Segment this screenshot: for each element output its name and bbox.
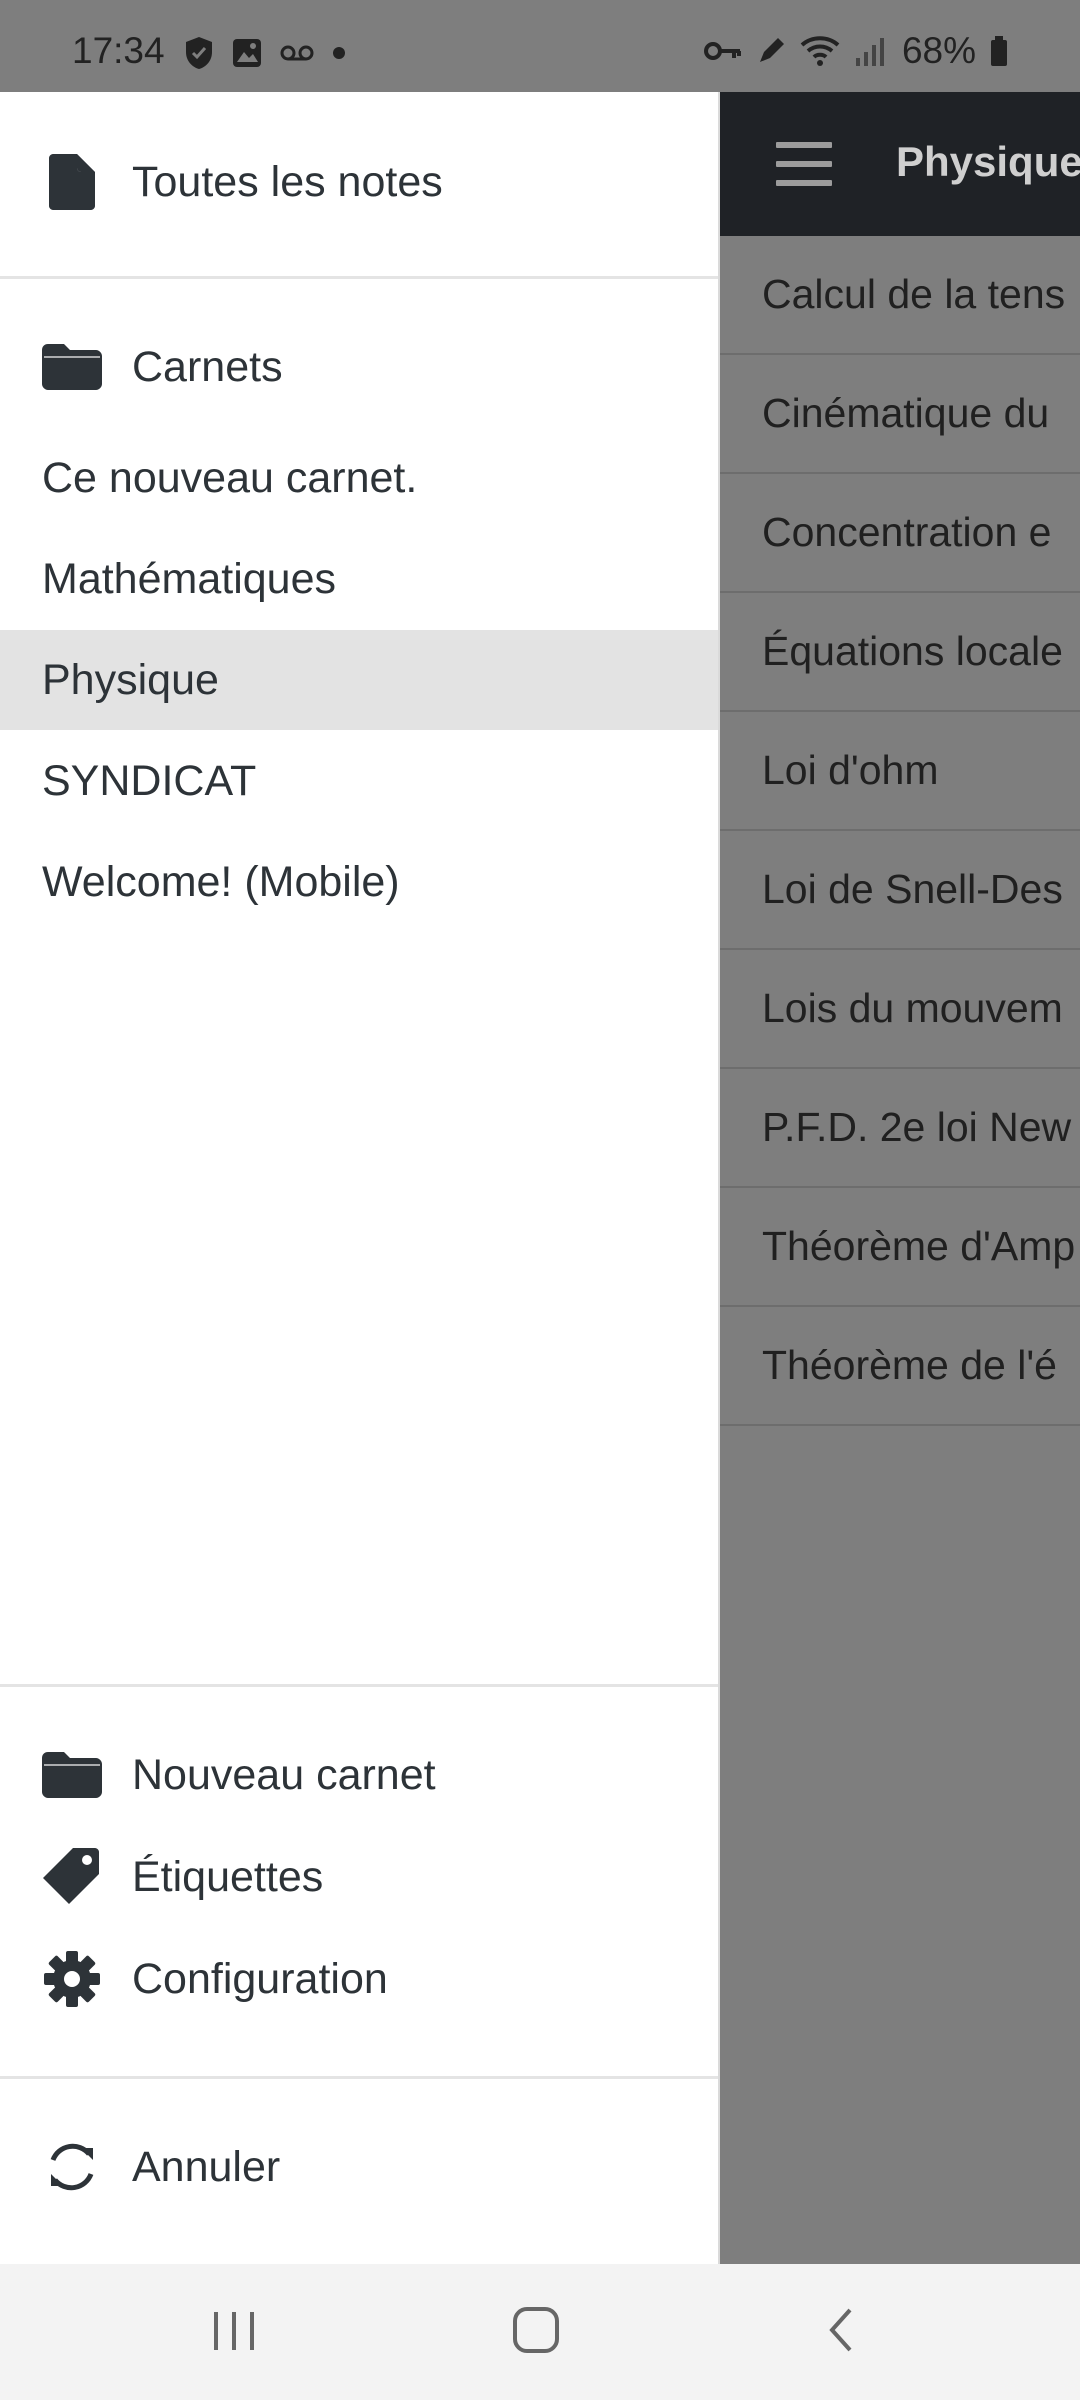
all-notes-item[interactable]: Toutes les notes	[0, 132, 718, 232]
configuration-label: Configuration	[132, 1954, 388, 2003]
status-left-icons	[184, 36, 346, 70]
notebook-label: SYNDICAT	[42, 757, 257, 805]
divider	[0, 1684, 718, 1687]
battery-percent: 68%	[901, 30, 976, 71]
notebook-label: Mathématiques	[42, 555, 336, 603]
notebook-item[interactable]: Mathématiques	[0, 529, 718, 629]
file-icon	[40, 154, 104, 210]
divider	[0, 2076, 718, 2079]
note-item[interactable]: Théorème de l'é	[720, 1307, 1080, 1426]
sync-icon	[40, 2140, 104, 2194]
notebook-item[interactable]: Welcome! (Mobile)	[0, 832, 718, 932]
app-header: Physique	[720, 92, 1080, 236]
configuration-button[interactable]: Configuration	[0, 1936, 718, 2022]
recent-apps-icon[interactable]	[204, 2304, 264, 2356]
folder-icon	[40, 1752, 104, 1798]
folder-icon	[40, 344, 104, 390]
note-item[interactable]: Loi de Snell-Des	[720, 831, 1080, 950]
voicemail-icon	[280, 45, 314, 61]
note-item[interactable]: Calcul de la tens	[720, 236, 1080, 355]
note-item[interactable]: Cinématique du	[720, 355, 1080, 474]
note-list: Calcul de la tens Cinématique du Concent…	[720, 236, 1080, 1426]
tag-icon	[40, 1848, 104, 1906]
notebooks-header: Carnets	[0, 324, 718, 410]
notebook-item[interactable]: SYNDICAT	[0, 731, 718, 831]
tags-label: Étiquettes	[132, 1852, 324, 1901]
system-nav-bar	[0, 2264, 1080, 2400]
image-icon	[233, 39, 261, 67]
dot-icon	[333, 47, 345, 59]
status-time: 17:34	[72, 30, 165, 71]
tags-button[interactable]: Étiquettes	[0, 1834, 718, 1920]
page-title: Physique	[896, 138, 1080, 185]
shield-icon	[186, 37, 212, 69]
wifi-icon	[800, 36, 840, 66]
notebooks-header-label: Carnets	[132, 342, 283, 391]
battery-icon	[991, 36, 1007, 66]
note-item[interactable]: Théorème d'Amp	[720, 1188, 1080, 1307]
note-item[interactable]: P.F.D. 2e loi New	[720, 1069, 1080, 1188]
status-bar: 17:34 68%	[0, 0, 1080, 92]
note-item[interactable]: Loi d'ohm	[720, 712, 1080, 831]
back-icon[interactable]	[812, 2304, 872, 2356]
notebook-item-selected[interactable]: Physique	[0, 630, 718, 730]
notebook-label: Welcome! (Mobile)	[42, 858, 400, 906]
hamburger-icon[interactable]	[776, 142, 832, 186]
notebook-label: Physique	[42, 656, 219, 704]
notebook-item[interactable]: Ce nouveau carnet.	[0, 428, 718, 528]
sync-label: Annuler	[132, 2142, 281, 2191]
sync-button[interactable]: Annuler	[0, 2124, 718, 2210]
status-right-icons: 68%	[703, 30, 1008, 72]
home-icon[interactable]	[506, 2304, 566, 2356]
note-item[interactable]: Concentration e	[720, 474, 1080, 593]
all-notes-label: Toutes les notes	[132, 157, 443, 206]
pen-icon	[759, 38, 784, 62]
notebook-label: Ce nouveau carnet.	[42, 454, 418, 502]
key-icon	[703, 42, 741, 60]
side-drawer: Toutes les notes Carnets Ce nouveau carn…	[0, 92, 720, 2264]
gear-icon	[40, 1950, 104, 2008]
new-notebook-label: Nouveau carnet	[132, 1750, 436, 1799]
new-notebook-button[interactable]: Nouveau carnet	[0, 1732, 718, 1818]
note-item[interactable]: Lois du mouvem	[720, 950, 1080, 1069]
divider	[0, 276, 718, 279]
signal-icon	[855, 38, 884, 66]
note-item[interactable]: Équations locale	[720, 593, 1080, 712]
